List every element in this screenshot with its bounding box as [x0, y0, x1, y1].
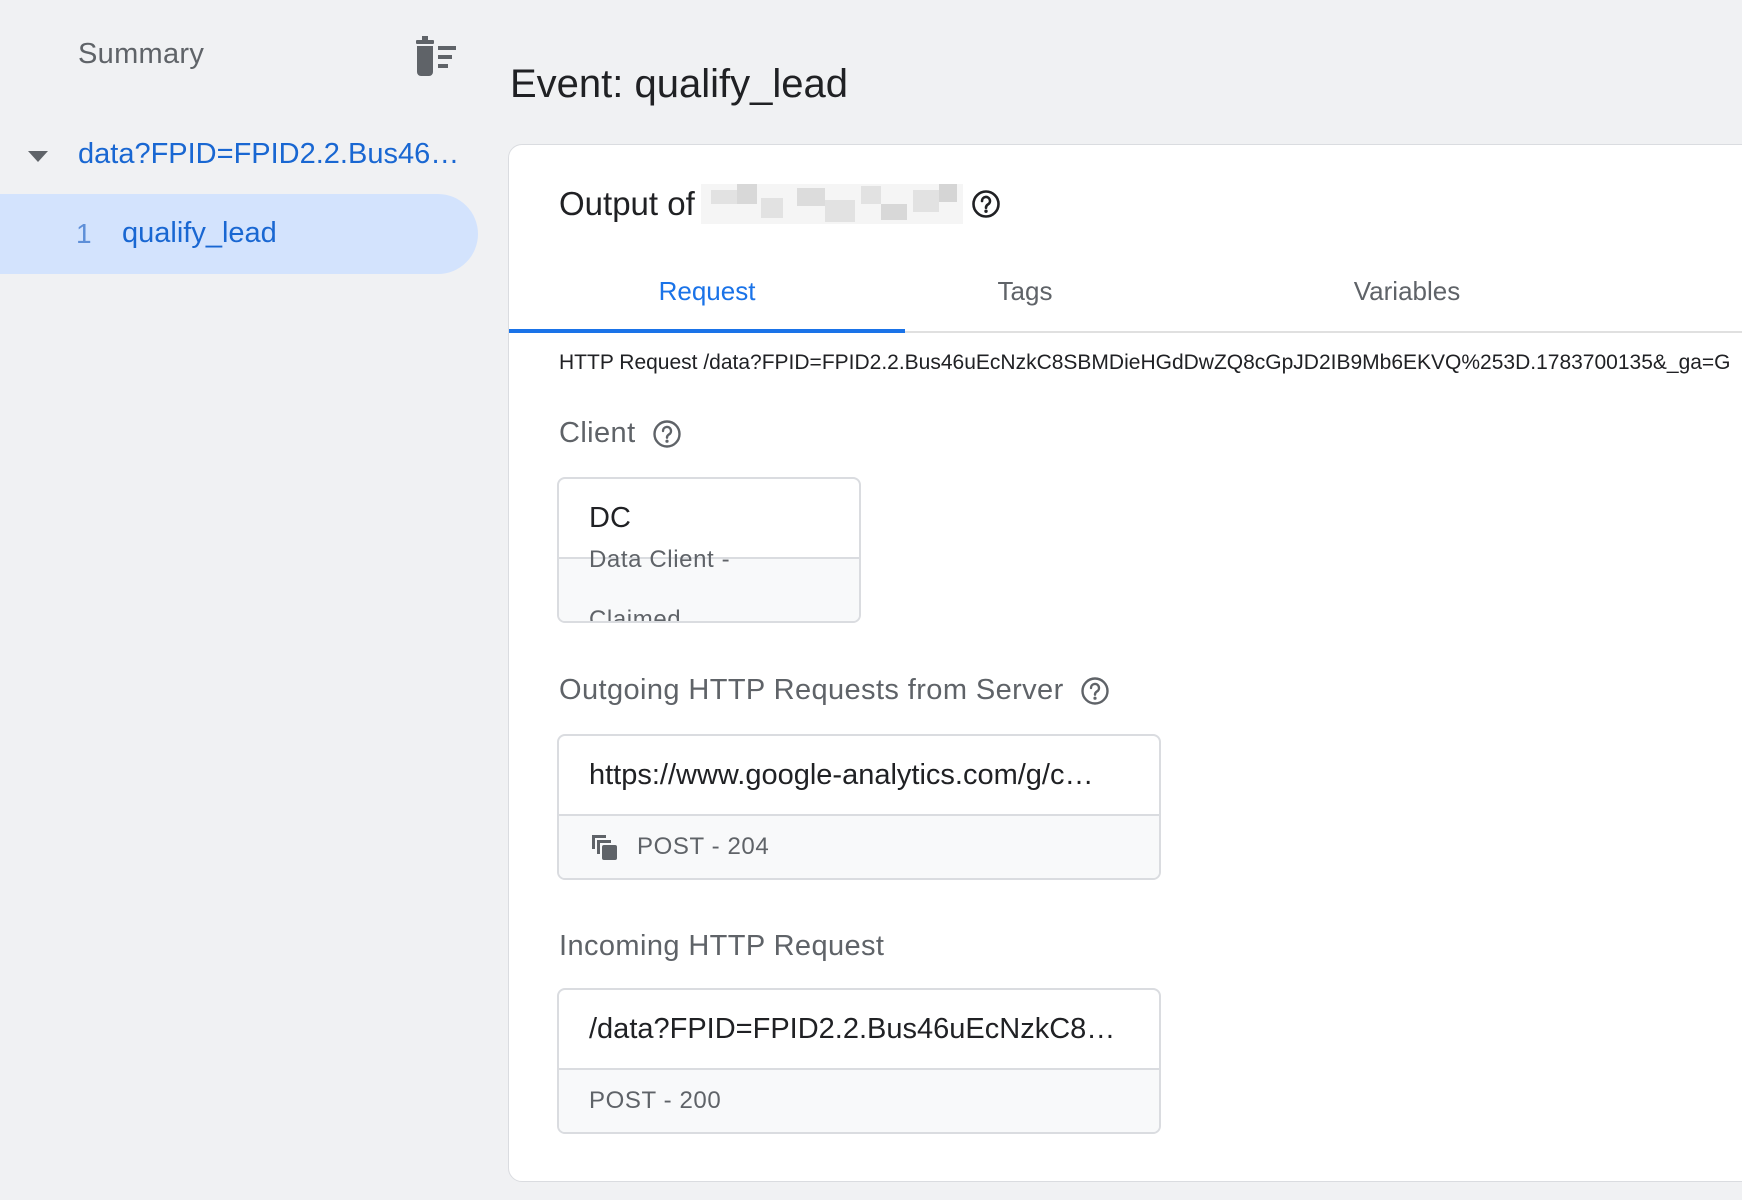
event-card: Output of Request Tags Variables HTTP Re…	[508, 144, 1742, 1182]
incoming-url: /data?FPID=FPID2.2.Bus46uEcNzkC8…	[559, 990, 1159, 1070]
client-heading-label: Client	[559, 417, 636, 449]
page-title: Event: qualify_lead	[510, 62, 849, 106]
redacted-container-name	[700, 184, 963, 224]
incoming-heading: Incoming HTTP Request	[559, 930, 884, 963]
outgoing-request-card[interactable]: https://www.google-analytics.com/g/c… PO…	[557, 734, 1161, 880]
client-status: Data Client - Claimed	[559, 546, 859, 621]
outgoing-status-text: POST - 204	[637, 833, 770, 860]
output-label: Output of	[559, 185, 695, 222]
outgoing-status: POST - 204	[559, 816, 1159, 878]
tab-bar: Request Tags Variables	[509, 255, 1742, 333]
caret-down-icon[interactable]	[26, 148, 50, 164]
tab-variables[interactable]: Variables	[1209, 255, 1605, 331]
help-icon[interactable]	[1080, 676, 1110, 706]
tree-item-event[interactable]: 1 qualify_lead	[0, 194, 478, 274]
incoming-heading-label: Incoming HTTP Request	[559, 930, 885, 962]
outgoing-heading-label: Outgoing HTTP Requests from Server	[559, 674, 1064, 706]
outgoing-url: https://www.google-analytics.com/g/c…	[559, 736, 1159, 816]
incoming-request-card[interactable]: /data?FPID=FPID2.2.Bus46uEcNzkC8… POST -…	[557, 988, 1161, 1134]
client-card[interactable]: DC Data Client - Claimed	[557, 477, 861, 623]
sidebar: Summary data?FPID=FPID2.2.Bus46u… 1 qual…	[0, 0, 480, 1200]
tab-tags[interactable]: Tags	[827, 255, 1223, 331]
incoming-status-text: POST - 200	[589, 1087, 722, 1114]
event-label: qualify_lead	[122, 217, 277, 249]
client-heading: Client	[559, 417, 682, 450]
summary-label[interactable]: Summary	[78, 38, 204, 71]
request-label: data?FPID=FPID2.2.Bus46u…	[78, 138, 462, 170]
incoming-status: POST - 200	[559, 1070, 1159, 1132]
multiple-requests-icon	[592, 835, 617, 860]
help-icon[interactable]	[971, 189, 1001, 219]
http-request-line: HTTP Request /data?FPID=FPID2.2.Bus46uEc…	[559, 351, 1731, 374]
output-header: Output of	[559, 181, 1001, 227]
client-status-text: Data Client - Claimed	[589, 546, 731, 623]
outgoing-heading: Outgoing HTTP Requests from Server	[559, 674, 1110, 707]
help-icon[interactable]	[652, 419, 682, 449]
event-index: 1	[76, 218, 92, 249]
delete-sweep-icon[interactable]	[414, 36, 460, 78]
tree-item-request[interactable]: data?FPID=FPID2.2.Bus46u…	[0, 130, 478, 180]
